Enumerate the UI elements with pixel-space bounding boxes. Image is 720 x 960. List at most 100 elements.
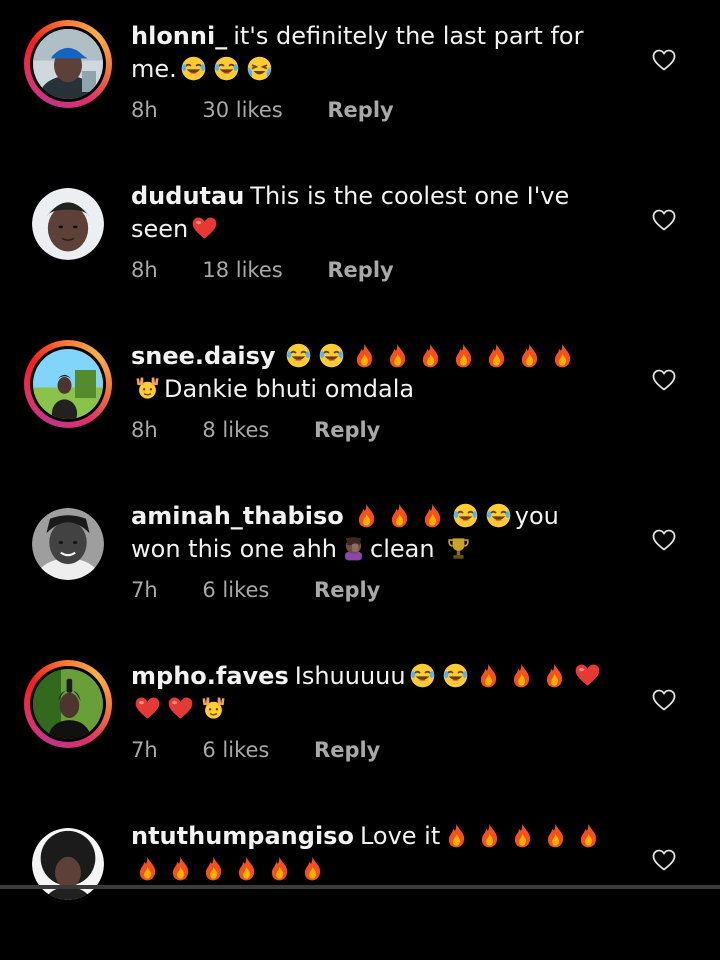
comment-username[interactable]: ntuthumpangiso xyxy=(131,822,354,850)
comment-text: Love it xyxy=(359,822,441,850)
laugh-emoji-icon xyxy=(318,342,345,369)
reply-button[interactable]: Reply xyxy=(327,98,393,122)
comment-body: mpho.faves Ishuuuuu xyxy=(131,660,611,726)
comment-meta: 8h 8 likes Reply xyxy=(131,418,418,442)
like-heart-icon[interactable] xyxy=(652,209,676,231)
fire-emoji-icon xyxy=(299,855,326,882)
fire-emoji-icon xyxy=(419,502,446,529)
avatar-frame xyxy=(30,26,106,102)
laugh-emoji-icon xyxy=(442,662,469,689)
fire-emoji-icon xyxy=(200,855,227,882)
fire-emoji-icon xyxy=(351,342,378,369)
fire-emoji-icon xyxy=(542,822,569,849)
avatar[interactable] xyxy=(24,20,112,108)
comment-username[interactable]: aminah_thabiso xyxy=(131,502,344,530)
comment-item: mpho.faves Ishuuuuu 7h 6 likes Reply xyxy=(0,640,720,800)
like-heart-icon[interactable] xyxy=(652,849,676,871)
like-heart-icon[interactable] xyxy=(652,369,676,391)
fire-emoji-icon xyxy=(443,822,470,849)
avatar-frame xyxy=(30,666,106,742)
comment-username[interactable]: snee.daisy xyxy=(131,342,276,370)
avatar[interactable] xyxy=(24,660,112,748)
avatar-frame xyxy=(32,188,104,260)
fire-emoji-icon xyxy=(575,822,602,849)
comment-meta: 7h 6 likes Reply xyxy=(131,738,418,762)
comment-username[interactable]: hlonni_ xyxy=(131,22,227,50)
reply-button[interactable]: Reply xyxy=(314,578,380,602)
comment-timestamp: 7h xyxy=(131,578,158,602)
fire-emoji-icon xyxy=(167,855,194,882)
comment-like-count[interactable]: 8 likes xyxy=(202,418,269,442)
like-heart-icon[interactable] xyxy=(652,49,676,71)
comment-like-count[interactable]: 6 likes xyxy=(202,578,269,602)
comment-item: aminah_thabiso you won this one ahh clean … xyxy=(0,480,720,640)
comment-like-count[interactable]: 30 likes xyxy=(202,98,282,122)
comment-body: snee.daisy Dankie bhuti omdala xyxy=(131,340,611,406)
comment-item: dudutau This is the coolest one I've seen… xyxy=(0,160,720,320)
comment-body: dudutau This is the coolest one I've seen xyxy=(131,180,611,246)
laugh-emoji-icon xyxy=(285,342,312,369)
comment-text: Ishuuuuu xyxy=(294,662,406,690)
comment-text: Dankie bhuti omdala xyxy=(164,375,415,403)
fire-emoji-icon xyxy=(233,855,260,882)
like-heart-icon[interactable] xyxy=(652,689,676,711)
reply-button[interactable]: Reply xyxy=(327,258,393,282)
fire-emoji-icon xyxy=(509,822,536,849)
fire-emoji-icon xyxy=(384,342,411,369)
comment-item: snee.daisy Dankie bhuti omdala 8h 8 likes… xyxy=(0,320,720,480)
comment-text: clean xyxy=(370,535,435,563)
fire-emoji-icon xyxy=(476,822,503,849)
comment-body: aminah_thabiso you won this one ahh clean xyxy=(131,500,611,566)
raised-hands-emoji-icon xyxy=(200,695,227,722)
fire-emoji-icon xyxy=(541,662,568,689)
comment-meta: 8h 18 likes Reply xyxy=(131,258,432,282)
red-heart-emoji-icon xyxy=(191,215,218,242)
fire-emoji-icon xyxy=(516,342,543,369)
comment-like-count[interactable]: 6 likes xyxy=(202,738,269,762)
person-cap-avatar xyxy=(33,29,103,99)
bottom-scroll-indicator xyxy=(0,885,720,889)
comment-timestamp: 8h xyxy=(131,418,158,442)
comment-meta: 8h 30 likes Reply xyxy=(131,98,432,122)
fire-emoji-icon xyxy=(386,502,413,529)
avatar[interactable] xyxy=(24,180,112,268)
fire-emoji-icon xyxy=(549,342,576,369)
fire-emoji-icon xyxy=(450,342,477,369)
fire-emoji-icon xyxy=(266,855,293,882)
comment-username[interactable]: dudutau xyxy=(131,182,244,210)
red-heart-emoji-icon xyxy=(134,695,161,722)
comment-username[interactable]: mpho.faves xyxy=(131,662,289,690)
fire-emoji-icon xyxy=(134,855,161,882)
comment-meta: 7h 6 likes Reply xyxy=(131,578,418,602)
reply-button[interactable]: Reply xyxy=(314,418,380,442)
like-heart-icon[interactable] xyxy=(652,529,676,551)
comment-body: ntuthumpangiso Love it xyxy=(131,820,611,886)
fire-emoji-icon xyxy=(483,342,510,369)
laugh-emoji-icon xyxy=(409,662,436,689)
fire-emoji-icon xyxy=(353,502,380,529)
cry-laugh-emoji-icon xyxy=(246,55,273,82)
avatar[interactable] xyxy=(24,340,112,428)
fire-emoji-icon xyxy=(417,342,444,369)
avatar[interactable] xyxy=(24,820,112,908)
red-heart-emoji-icon xyxy=(167,695,194,722)
avatar[interactable] xyxy=(24,500,112,588)
person-green-avatar xyxy=(33,669,103,739)
facepalm-emoji-icon xyxy=(340,535,367,562)
raised-hands-emoji-icon xyxy=(134,375,161,402)
comment-like-count[interactable]: 18 likes xyxy=(202,258,282,282)
person-outdoor-avatar xyxy=(33,349,103,419)
comment-timestamp: 8h xyxy=(131,258,158,282)
avatar-frame xyxy=(32,508,104,580)
trophy-emoji-icon xyxy=(445,535,472,562)
reply-button[interactable]: Reply xyxy=(314,738,380,762)
avatar-frame xyxy=(32,828,104,900)
person-bw-avatar xyxy=(32,508,104,580)
laugh-emoji-icon xyxy=(180,55,207,82)
comment-body: hlonni_ it's definitely the last part for… xyxy=(131,20,611,86)
laugh-emoji-icon xyxy=(213,55,240,82)
red-heart-emoji-icon xyxy=(574,662,601,689)
avatar-frame xyxy=(30,346,106,422)
comment-timestamp: 7h xyxy=(131,738,158,762)
comment-item: ntuthumpangiso Love it xyxy=(0,800,720,960)
